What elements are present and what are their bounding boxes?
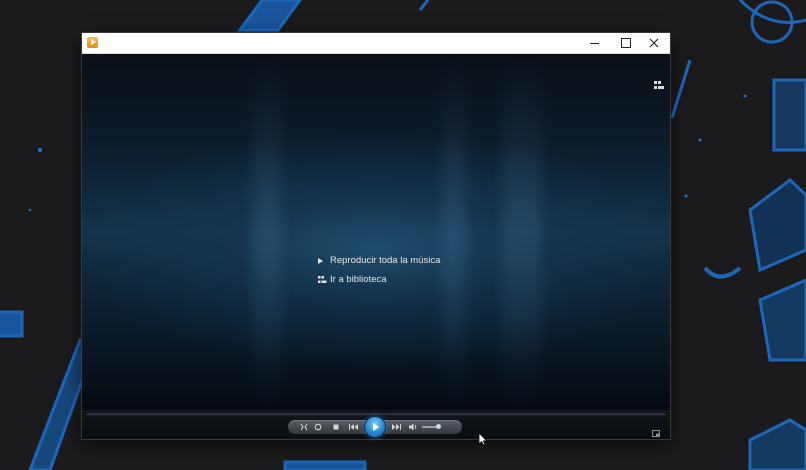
- next-button[interactable]: [391, 423, 401, 431]
- switch-to-mini-mode-icon: [652, 430, 660, 437]
- transport-controls: [288, 417, 462, 437]
- seek-bar[interactable]: [87, 413, 665, 415]
- previous-icon: [349, 424, 358, 430]
- play-button[interactable]: [365, 417, 385, 437]
- maximize-icon: [621, 38, 631, 48]
- mouse-pointer-icon: [478, 432, 488, 446]
- media-player-icon: [87, 37, 98, 48]
- playback-controls-bar: [82, 410, 670, 439]
- now-playing-menu: Reproducir toda la música Ir a bibliotec…: [318, 251, 440, 289]
- play-all-music-link[interactable]: Reproducir toda la música: [318, 251, 440, 270]
- switch-to-mini-mode-button[interactable]: [652, 424, 660, 437]
- menu-item-label: Reproducir toda la música: [330, 255, 441, 266]
- go-to-library-link[interactable]: Ir a biblioteca: [318, 270, 440, 289]
- light-beam: [252, 54, 282, 410]
- close-icon: [649, 38, 659, 48]
- switch-to-library-button[interactable]: [654, 78, 664, 89]
- library-icon: [318, 275, 330, 285]
- switch-to-library-icon: [654, 81, 664, 89]
- minimize-icon: [589, 42, 599, 44]
- shuffle-icon: [300, 423, 308, 431]
- menu-item-label: Ir a biblioteca: [330, 274, 387, 285]
- now-playing-area: Reproducir toda la música Ir a bibliotec…: [82, 54, 670, 410]
- shuffle-button[interactable]: [300, 423, 308, 431]
- repeat-icon: [314, 423, 322, 431]
- previous-button[interactable]: [349, 423, 358, 431]
- media-player-window: Reproducir toda la música Ir a bibliotec…: [82, 33, 670, 439]
- stop-button[interactable]: [332, 423, 340, 431]
- light-beam: [442, 54, 466, 410]
- play-icon: [318, 256, 330, 266]
- volume-slider-thumb[interactable]: [436, 424, 441, 429]
- volume-icon: [409, 423, 417, 431]
- minimize-button[interactable]: [578, 33, 610, 53]
- light-beam: [502, 54, 542, 410]
- next-icon: [392, 424, 401, 430]
- close-button[interactable]: [638, 33, 670, 53]
- title-bar: [82, 33, 670, 54]
- repeat-button[interactable]: [314, 423, 322, 431]
- mute-button[interactable]: [409, 423, 417, 431]
- stop-icon: [333, 424, 339, 430]
